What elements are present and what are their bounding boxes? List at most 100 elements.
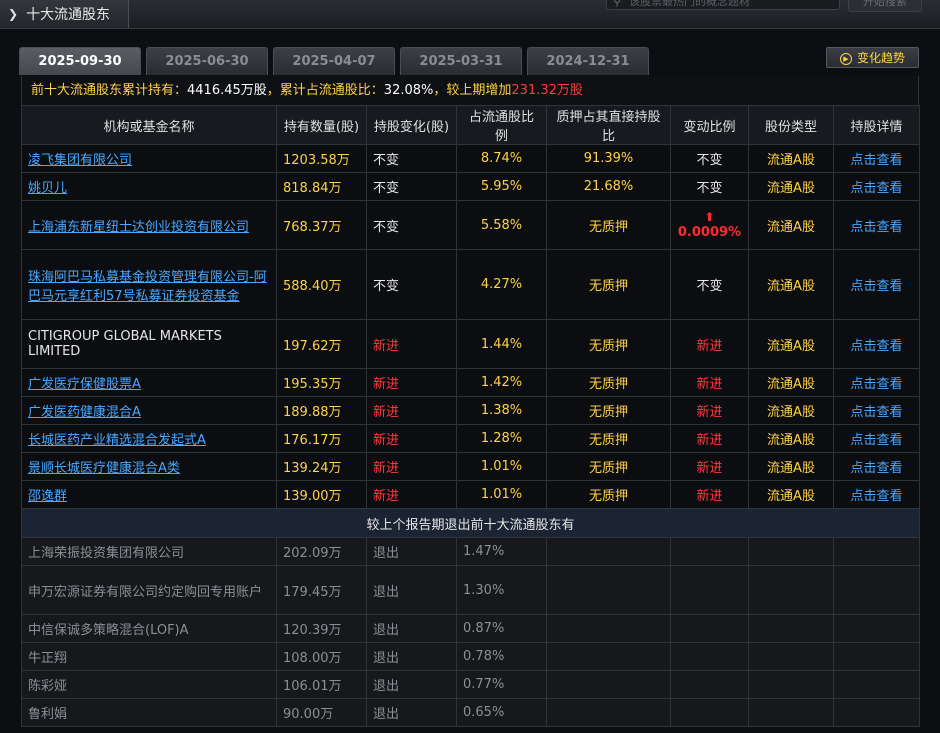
holder-var: 0.0009% bbox=[677, 225, 742, 240]
holder-link[interactable]: 珠海阿巴马私募基金投资管理有限公司-阿巴马元享红利57号私募证券投资基金 bbox=[28, 270, 267, 304]
tab-2025-09-30[interactable]: 2025-09-30 bbox=[19, 47, 141, 75]
col-detail: 持股详情 bbox=[833, 105, 920, 145]
exit-ratio: 0.78% bbox=[456, 642, 547, 671]
exit-ratio: 0.77% bbox=[456, 670, 547, 699]
exit-ratio: 1.30% bbox=[456, 565, 547, 615]
exit-change: 退出 bbox=[366, 537, 457, 566]
detail-link[interactable]: 点击查看 bbox=[833, 172, 920, 201]
col-change: 持股变化(股) bbox=[366, 105, 457, 145]
holder-link[interactable]: 凌飞集团有限公司 bbox=[28, 153, 132, 168]
holder-ratio: 5.95% bbox=[456, 172, 547, 201]
tab-2025-06-30[interactable]: 2025-06-30 bbox=[146, 47, 268, 75]
detail-link[interactable]: 点击查看 bbox=[833, 200, 920, 250]
table-row: 上海浦东新星纽士达创业投资有限公司 768.37万 不变 5.58% 无质押 ⬆… bbox=[21, 200, 920, 250]
exit-row: 牛正翔 108.00万 退出 0.78% bbox=[21, 642, 920, 671]
table-row: 凌飞集团有限公司 1203.58万 不变 8.74% 91.39% 不变 流通A… bbox=[21, 144, 920, 173]
table-row: 景顺长城医疗健康混合A类 139.24万 新进 1.01% 无质押 新进 流通A… bbox=[21, 452, 920, 481]
detail-link[interactable]: 点击查看 bbox=[833, 249, 920, 320]
detail-link[interactable]: 点击查看 bbox=[833, 424, 920, 453]
holder-qty: 197.62万 bbox=[276, 319, 367, 369]
holder-change: 新进 bbox=[366, 452, 457, 481]
exit-row: 申万宏源证券有限公司约定购回专用账户 179.45万 退出 1.30% bbox=[21, 565, 920, 615]
section-tab[interactable]: ❯ 十大流通股东 bbox=[0, 0, 129, 28]
exit-change: 退出 bbox=[366, 698, 457, 727]
section-title: 十大流通股东 bbox=[26, 7, 111, 23]
col-name: 机构或基金名称 bbox=[21, 105, 277, 145]
holder-pledge: 无质押 bbox=[546, 424, 671, 453]
detail-link[interactable]: 点击查看 bbox=[833, 144, 920, 173]
holder-var: 新进 bbox=[670, 480, 749, 509]
table-header: 机构或基金名称 持有数量(股) 持股变化(股) 占流通股比例 质押占其直接持股比… bbox=[21, 105, 920, 145]
holder-link[interactable]: 广发医药健康混合A bbox=[28, 405, 141, 420]
summary-change-label: ，较上期增加 bbox=[433, 83, 512, 98]
summary-total: 4416.45万股 bbox=[187, 83, 267, 98]
holder-type: 流通A股 bbox=[748, 452, 834, 481]
holder-ratio: 5.58% bbox=[456, 200, 547, 250]
exit-ratio: 1.47% bbox=[456, 537, 547, 566]
holder-link[interactable]: 上海浦东新星纽士达创业投资有限公司 bbox=[28, 220, 249, 235]
holder-change: 不变 bbox=[366, 249, 457, 320]
holder-pledge: 无质押 bbox=[546, 368, 671, 397]
holder-qty: 139.24万 bbox=[276, 452, 367, 481]
holder-ratio: 1.42% bbox=[456, 368, 547, 397]
detail-link[interactable]: 点击查看 bbox=[833, 368, 920, 397]
detail-link[interactable]: 点击查看 bbox=[833, 396, 920, 425]
col-qty: 持有数量(股) bbox=[276, 105, 367, 145]
arrow-up-icon: ⬆ bbox=[704, 210, 715, 224]
holder-change: 新进 bbox=[366, 368, 457, 397]
holder-link[interactable]: 长城医药产业精选混合发起式A bbox=[28, 433, 206, 448]
detail-link[interactable]: 点击查看 bbox=[833, 480, 920, 509]
holder-ratio: 4.27% bbox=[456, 249, 547, 320]
exit-row: 鲁利娟 90.00万 退出 0.65% bbox=[21, 698, 920, 727]
exit-ratio: 0.87% bbox=[456, 614, 547, 643]
tab-2025-04-07[interactable]: 2025-04-07 bbox=[273, 47, 395, 75]
holder-qty: 818.84万 bbox=[276, 172, 367, 201]
holder-type: 流通A股 bbox=[748, 200, 834, 250]
holder-type: 流通A股 bbox=[748, 480, 834, 509]
exit-change: 退出 bbox=[366, 614, 457, 643]
exit-name: 中信保诚多策略混合(LOF)A bbox=[21, 614, 277, 643]
holder-change: 不变 bbox=[366, 200, 457, 250]
chevron-right-icon: ❯ bbox=[8, 7, 19, 21]
summary-prefix: 前十大流通股东累计持有： bbox=[31, 83, 188, 98]
holder-link[interactable]: 景顺长城医疗健康混合A类 bbox=[28, 461, 180, 476]
holder-change: 新进 bbox=[366, 424, 457, 453]
holder-type: 流通A股 bbox=[748, 249, 834, 320]
exit-qty: 120.39万 bbox=[276, 614, 367, 643]
tab-2025-03-31[interactable]: 2025-03-31 bbox=[400, 47, 522, 75]
holders-panel: 2025-09-30 2025-06-30 2025-04-07 2025-03… bbox=[19, 45, 920, 727]
search-input[interactable]: ⚲ 该股票最热门的概念题材 bbox=[606, 0, 840, 10]
summary-change: 231.32万股 bbox=[511, 83, 583, 98]
holder-change: 不变 bbox=[366, 172, 457, 201]
holder-link[interactable]: 姚贝儿 bbox=[28, 181, 67, 196]
exit-change: 退出 bbox=[366, 565, 457, 615]
exit-row: 陈彩娅 106.01万 退出 0.77% bbox=[21, 670, 920, 699]
holder-type: 流通A股 bbox=[748, 172, 834, 201]
detail-link[interactable]: 点击查看 bbox=[833, 452, 920, 481]
search-placeholder: 该股票最热门的概念题材 bbox=[629, 0, 750, 8]
exit-row: 中信保诚多策略混合(LOF)A 120.39万 退出 0.87% bbox=[21, 614, 920, 643]
holder-pledge: 无质押 bbox=[546, 249, 671, 320]
table-row: 广发医疗保健股票A 195.35万 新进 1.42% 无质押 新进 流通A股 点… bbox=[21, 368, 920, 397]
trend-button[interactable]: ▶ 变化趋势 bbox=[826, 47, 919, 68]
holder-link[interactable]: 邵逸群 bbox=[28, 489, 67, 504]
holder-qty: 139.00万 bbox=[276, 480, 367, 509]
table-row: 长城医药产业精选混合发起式A 176.17万 新进 1.28% 无质押 新进 流… bbox=[21, 424, 920, 453]
holder-var: 新进 bbox=[670, 396, 749, 425]
search-button[interactable]: 开始搜索 bbox=[848, 0, 922, 12]
exit-qty: 106.01万 bbox=[276, 670, 367, 699]
exit-ratio: 0.65% bbox=[456, 698, 547, 727]
table-row: 姚贝儿 818.84万 不变 5.95% 21.68% 不变 流通A股 点击查看 bbox=[21, 172, 920, 201]
holder-link[interactable]: 广发医疗保健股票A bbox=[28, 377, 141, 392]
exit-name: 鲁利娟 bbox=[21, 698, 277, 727]
search-icon: ⚲ bbox=[613, 0, 622, 8]
holder-ratio: 1.28% bbox=[456, 424, 547, 453]
exit-qty: 108.00万 bbox=[276, 642, 367, 671]
detail-link[interactable]: 点击查看 bbox=[833, 319, 920, 369]
holder-change: 新进 bbox=[366, 319, 457, 369]
table-row: 珠海阿巴马私募基金投资管理有限公司-阿巴马元享红利57号私募证券投资基金 588… bbox=[21, 249, 920, 320]
holder-type: 流通A股 bbox=[748, 368, 834, 397]
tab-2024-12-31[interactable]: 2024-12-31 bbox=[527, 47, 649, 75]
holder-qty: 1203.58万 bbox=[276, 144, 367, 173]
holder-qty: 189.88万 bbox=[276, 396, 367, 425]
